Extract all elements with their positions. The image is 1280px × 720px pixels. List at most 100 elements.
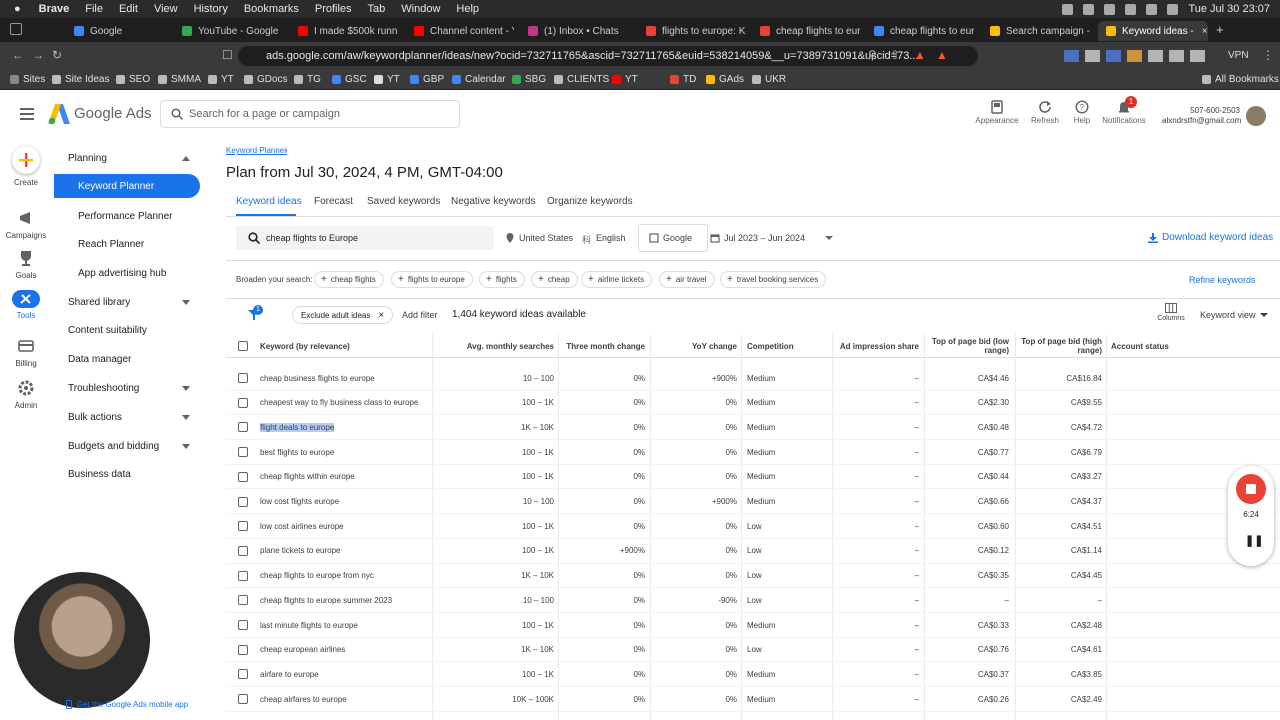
search-icon[interactable] <box>1146 3 1158 15</box>
brave-rewards-icon[interactable]: ▲ <box>936 48 948 62</box>
table-row[interactable]: cheap business flights to europe 10 – 100… <box>226 366 1280 391</box>
nav-business-data[interactable]: Business data <box>54 462 200 486</box>
menu-app-name[interactable]: Brave <box>39 3 70 15</box>
status-icon[interactable] <box>1104 3 1116 15</box>
bookmark-yt-3[interactable]: YT <box>612 74 638 85</box>
nav-performance-planner[interactable]: Performance Planner <box>54 204 200 228</box>
brave-shield-icon[interactable]: ▲ <box>914 48 926 62</box>
nav-budgets-and-bidding[interactable]: Budgets and bidding <box>54 434 200 458</box>
keyword-view-dropdown[interactable]: Keyword view <box>1200 310 1268 320</box>
notifications-button[interactable]: Notifications <box>1099 100 1149 125</box>
broaden-chip[interactable]: + flights to europe <box>391 271 473 288</box>
keyword-search-input[interactable]: cheap flights to Europe <box>236 226 494 250</box>
status-icon[interactable] <box>1062 3 1074 15</box>
language-selector[interactable]: 科 English <box>582 233 626 245</box>
bookmark-tg[interactable]: TG <box>294 74 321 85</box>
menu-edit[interactable]: Edit <box>119 3 138 15</box>
browser-tab[interactable]: Search campaign - Si <box>982 21 1090 41</box>
row-checkbox[interactable] <box>238 373 248 383</box>
bookmark-site-ideas[interactable]: Site Ideas <box>52 74 109 85</box>
row-checkbox[interactable] <box>238 422 248 433</box>
tab-keyword-ideas[interactable]: Keyword ideas <box>236 196 302 207</box>
extensions-icon[interactable] <box>1064 50 1214 62</box>
bookmark-sbg[interactable]: SBG <box>512 74 546 85</box>
table-row[interactable]: plane tickets to europe 100 – 1K +900% 0% Lo… <box>226 539 1280 564</box>
create-button[interactable] <box>12 146 40 174</box>
browser-tab[interactable]: Google <box>66 21 174 41</box>
hamburger-menu-icon[interactable] <box>20 108 34 120</box>
browser-tab[interactable]: cheap flights to europ <box>752 21 860 41</box>
rail-tools[interactable]: Tools <box>0 290 52 320</box>
reload-icon[interactable]: ↻ <box>52 48 62 62</box>
nav-data-manager[interactable]: Data manager <box>54 347 200 371</box>
google-ads-logo-icon[interactable] <box>48 104 70 124</box>
broaden-chip[interactable]: + cheap flights <box>314 271 384 288</box>
row-checkbox[interactable] <box>238 669 248 680</box>
row-checkbox[interactable] <box>238 447 248 458</box>
browser-tab[interactable]: Channel content - Yo <box>406 21 514 41</box>
stop-recording-icon[interactable] <box>1236 474 1266 504</box>
row-checkbox[interactable] <box>238 595 248 606</box>
col-yoy-change[interactable]: YoY change <box>654 334 737 358</box>
bookmark-yt-2[interactable]: YT <box>374 74 400 85</box>
tab-saved-keywords[interactable]: Saved keywords <box>367 196 440 207</box>
download-keyword-ideas-button[interactable]: Download keyword ideas <box>1148 232 1273 243</box>
nav-shared-library[interactable]: Shared library <box>54 290 200 314</box>
columns-button[interactable]: Columns <box>1154 303 1188 322</box>
bookmark-seo[interactable]: SEO <box>116 74 150 85</box>
nav-reach-planner[interactable]: Reach Planner <box>54 232 200 256</box>
nav-content-suitability[interactable]: Content suitability <box>54 318 200 342</box>
row-checkbox[interactable] <box>238 496 248 507</box>
bookmark-gbp[interactable]: GBP <box>410 74 444 85</box>
browser-tab[interactable]: cheap flights to europ <box>866 21 974 41</box>
browser-tab[interactable]: I made $500k running <box>290 21 398 41</box>
bookmark-icon[interactable]: ☐ <box>222 48 233 62</box>
back-icon[interactable]: ← <box>12 48 24 62</box>
col-keyword[interactable]: Keyword (by relevance) <box>260 334 430 358</box>
table-row[interactable]: cheapest way to fly business class to eu… <box>226 391 1280 416</box>
broaden-chip[interactable]: + airline tickets <box>581 271 653 288</box>
location-selector[interactable]: United States <box>505 233 573 243</box>
nav-app-advertising-hub[interactable]: App advertising hub <box>54 261 200 285</box>
bookmark-gdocs[interactable]: GDocs <box>244 74 288 85</box>
bookmark-gsc[interactable]: GSC <box>332 74 367 85</box>
breadcrumb[interactable]: Keyword Planner <box>226 146 287 155</box>
rail-billing[interactable]: Billing <box>0 336 52 368</box>
table-row[interactable]: best flights to europe 100 – 1K 0% 0% Medium… <box>226 440 1280 465</box>
date-range-selector[interactable]: Jul 2023 – Jun 2024 <box>710 233 834 243</box>
nav-troubleshooting[interactable]: Troubleshooting <box>54 376 200 400</box>
control-center-icon[interactable] <box>1167 3 1179 15</box>
share-icon[interactable]: ⇧ <box>890 48 900 62</box>
col-ad-impression-share[interactable]: Ad impression share <box>838 334 919 358</box>
network-selector[interactable]: Google <box>638 224 708 252</box>
menu-bookmarks[interactable]: Bookmarks <box>244 3 299 15</box>
zoom-icon[interactable]: ⚲ <box>868 48 877 62</box>
broaden-chip[interactable]: + cheap <box>531 271 578 288</box>
rail-create[interactable]: Create <box>0 178 52 187</box>
search-input[interactable]: Search for a page or campaign <box>160 100 460 128</box>
col-competition[interactable]: Competition <box>747 334 827 358</box>
tab-negative-keywords[interactable]: Negative keywords <box>451 196 535 207</box>
rail-admin[interactable]: Admin <box>0 378 52 410</box>
row-checkbox[interactable] <box>238 545 248 556</box>
table-row[interactable]: cheap flights within europe 100 – 1K 0% 0% M… <box>226 465 1280 490</box>
table-row[interactable]: airfare to europe 100 – 1K 0% 0% Medium – CA$0… <box>226 662 1280 688</box>
table-row[interactable]: last minute flights to europe 100 – 1K 0% 0… <box>226 613 1280 638</box>
bookmark-gads[interactable]: GAds <box>706 74 744 85</box>
nav-keyword-planner[interactable]: Keyword Planner <box>54 174 200 198</box>
table-row[interactable]: low cost airlines europe 100 – 1K 0% 0% Low –… <box>226 514 1280 539</box>
all-bookmarks[interactable]: All Bookmarks <box>1202 74 1279 85</box>
avatar[interactable] <box>1246 106 1266 126</box>
menu-profiles[interactable]: Profiles <box>315 3 352 15</box>
add-filter-button[interactable]: Add filter <box>402 310 438 320</box>
menu-window[interactable]: Window <box>401 3 440 15</box>
row-checkbox[interactable] <box>238 694 248 705</box>
google-ads-brand[interactable]: Google Ads <box>74 105 152 122</box>
row-checkbox[interactable] <box>238 397 248 408</box>
table-row[interactable]: low cost flights europe 10 – 100 0% +900% Me… <box>226 490 1280 515</box>
select-all-checkbox[interactable] <box>238 341 248 351</box>
bookmark-ukr[interactable]: UKR <box>752 74 786 85</box>
pause-icon[interactable]: ❚❚ <box>1245 534 1263 547</box>
menu-view[interactable]: View <box>154 3 178 15</box>
browser-tab[interactable]: flights to europe: Key <box>638 21 746 41</box>
